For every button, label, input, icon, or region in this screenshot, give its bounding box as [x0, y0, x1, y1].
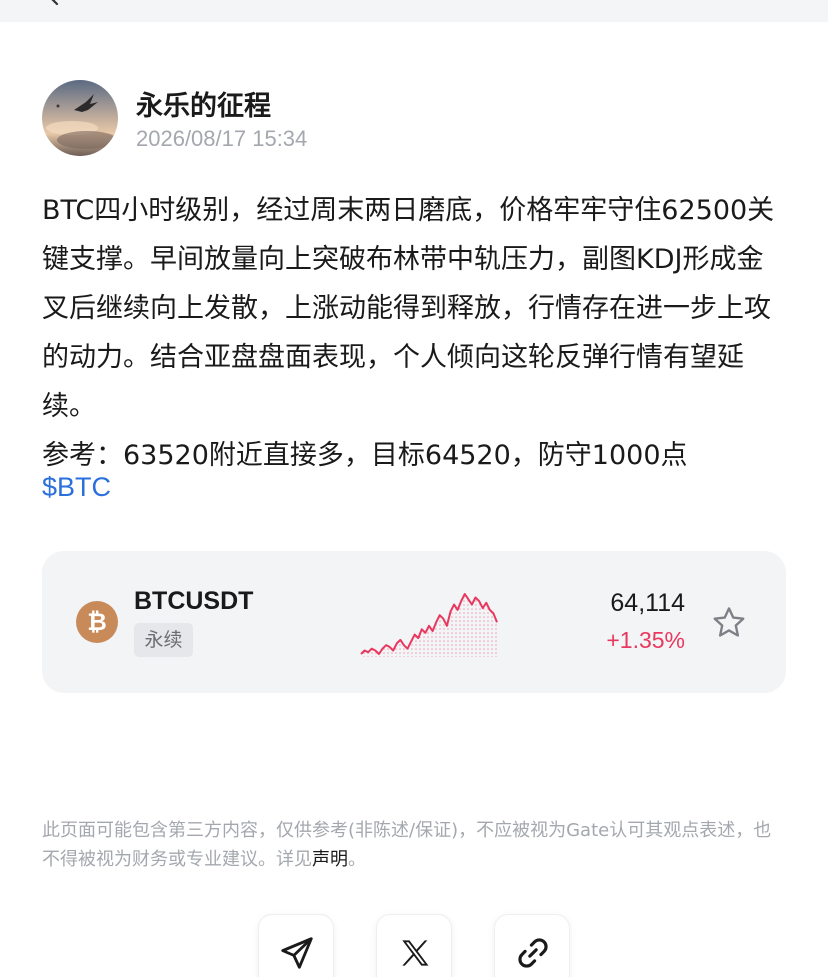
- ticker-change: +1.35%: [606, 627, 685, 653]
- disclaimer-link[interactable]: 声明: [312, 849, 348, 870]
- ticker-pair: BTCUSDT: [134, 587, 254, 615]
- author-name[interactable]: 永乐的征程: [136, 84, 271, 123]
- post-paragraph: BTC四小时级别，经过周末两日磨底，价格牢牢守住62500关键支撑。早间放量向上…: [42, 195, 775, 422]
- post-timestamp: 2026/08/17 15:34: [136, 126, 308, 151]
- author-header: 永乐的征程 2026/08/17 15:34: [42, 80, 742, 160]
- disclaimer-end: 。: [348, 849, 366, 870]
- bitcoin-icon: ₿: [76, 601, 118, 643]
- cashtag-link[interactable]: $BTC: [42, 472, 111, 503]
- back-arrow-icon[interactable]: [46, 0, 62, 6]
- ticker-price: 64,114: [610, 589, 685, 617]
- avatar[interactable]: [42, 80, 118, 156]
- ticker-card[interactable]: ₿ BTCUSDT 永续 64,114 +1.35%: [42, 551, 786, 693]
- send-icon: [281, 937, 313, 969]
- avatar-image: [42, 80, 118, 156]
- share-link-button[interactable]: [494, 914, 570, 977]
- price-sparkline: [360, 593, 498, 657]
- disclaimer-text: 此页面可能包含第三方内容，仅供参考(非陈述/保证)，不应被视为Gate认可其观点…: [42, 820, 772, 870]
- share-x-button[interactable]: [376, 914, 452, 977]
- post-content: BTC四小时级别，经过周末两日磨底，价格牢牢守住62500关键支撑。早间放量向上…: [42, 186, 782, 480]
- share-send-button[interactable]: [258, 914, 334, 977]
- svg-text:₿: ₿: [87, 608, 107, 636]
- link-icon: [518, 938, 548, 968]
- contract-type-badge: 永续: [134, 623, 193, 657]
- disclaimer: 此页面可能包含第三方内容，仅供参考(非陈述/保证)，不应被视为Gate认可其观点…: [42, 816, 788, 874]
- top-bar: [0, 0, 828, 22]
- post-paragraph: 参考：63520附近直接多，目标64520，防守1000点: [42, 440, 688, 471]
- star-favorite-icon[interactable]: [710, 604, 748, 642]
- x-logo-icon: [402, 940, 429, 966]
